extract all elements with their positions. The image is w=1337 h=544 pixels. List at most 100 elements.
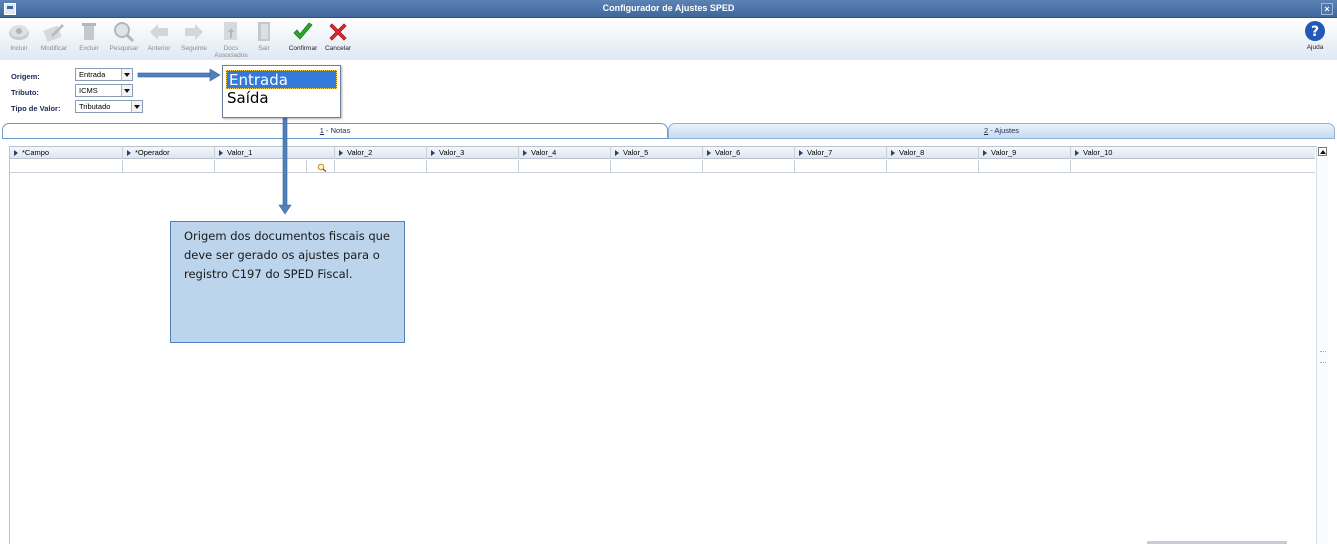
cell-valor-7[interactable] <box>795 160 887 173</box>
title-bar: Configurador de Ajustes SPED × <box>0 0 1337 18</box>
excluir-button[interactable]: Excluir <box>72 20 106 58</box>
column-header-valor-2[interactable]: Valor_2 <box>335 147 427 159</box>
sort-icon <box>339 150 343 157</box>
tipo-valor-label: Tipo de Valor: <box>11 104 61 113</box>
cancelar-button[interactable]: Cancelar <box>321 20 355 58</box>
column-header-valor-10[interactable]: Valor_10 <box>1071 147 1315 159</box>
table-row[interactable] <box>10 160 1315 173</box>
origem-select[interactable]: Entrada <box>75 68 133 81</box>
dropdown-option-partial[interactable] <box>223 108 340 116</box>
exit-icon <box>258 22 270 41</box>
pesquisar-button[interactable]: Pesquisar <box>107 20 141 58</box>
column-label: Valor_1 <box>227 148 253 157</box>
column-header-valor-6[interactable]: Valor_6 <box>703 147 795 159</box>
dropdown-option-entrada[interactable]: Entrada <box>226 70 337 89</box>
cell-valor-9[interactable] <box>979 160 1071 173</box>
sort-icon <box>891 150 895 157</box>
edit-icon <box>43 24 64 43</box>
cell-campo[interactable] <box>10 160 123 173</box>
origem-label: Origem: <box>11 72 40 81</box>
search-icon <box>114 22 135 43</box>
cell-valor-4[interactable] <box>519 160 611 173</box>
tab-notas[interactable]: 1 - Notas <box>2 123 668 139</box>
cell-valor-10[interactable] <box>1071 160 1315 173</box>
sort-icon <box>431 150 435 157</box>
tipo-valor-select[interactable]: Tributado <box>75 100 143 113</box>
cell-valor-2[interactable] <box>335 160 427 173</box>
chevron-down-icon[interactable] <box>131 101 142 112</box>
app-window: Configurador de Ajustes SPED × Incluir M… <box>0 0 1337 544</box>
annotation-arrow-horizontal <box>137 72 211 78</box>
incluir-button[interactable]: Incluir <box>2 20 36 58</box>
modificar-button[interactable]: Modificar <box>37 20 71 58</box>
cell-valor-5[interactable] <box>611 160 703 173</box>
sair-button[interactable]: Sair <box>247 20 281 58</box>
tipo-valor-value: Tributado <box>79 102 111 111</box>
scroll-grip-icon[interactable] <box>1320 351 1326 363</box>
origem-dropdown-list: Entrada Saída <box>222 65 341 118</box>
annotation-arrowhead-right <box>209 68 221 82</box>
sort-icon <box>1075 150 1079 157</box>
add-icon <box>9 25 29 40</box>
lookup-search-icon[interactable] <box>317 163 327 172</box>
column-label: Valor_5 <box>623 148 649 157</box>
sort-icon <box>523 150 527 157</box>
vertical-scrollbar[interactable] <box>1316 146 1328 544</box>
column-header-valor-9[interactable]: Valor_9 <box>979 147 1071 159</box>
column-header-valor-5[interactable]: Valor_5 <box>611 147 703 159</box>
tab-ajustes[interactable]: 2 - Ajustes <box>668 123 1335 139</box>
sort-icon <box>14 150 18 157</box>
column-label: Valor_7 <box>807 148 833 157</box>
help-icon: ? <box>1305 21 1325 41</box>
sort-icon <box>615 150 619 157</box>
seguinte-label: Seguinte <box>181 45 207 52</box>
cell-valor-1[interactable] <box>215 160 307 173</box>
sort-icon <box>219 150 223 157</box>
sort-icon <box>127 150 131 157</box>
scroll-up-icon[interactable] <box>1318 147 1327 156</box>
column-header-valor-7[interactable]: Valor_7 <box>795 147 887 159</box>
column-label: *Operador <box>135 148 170 157</box>
column-label: Valor_6 <box>715 148 741 157</box>
help-label: Ajuda <box>1306 44 1324 51</box>
column-header-valor-4[interactable]: Valor_4 <box>519 147 611 159</box>
sair-label: Sair <box>258 45 270 52</box>
anterior-button[interactable]: Anterior <box>142 20 176 58</box>
tab-ajustes-label: - Ajustes <box>988 126 1020 135</box>
chevron-down-icon[interactable] <box>121 85 132 96</box>
delete-icon <box>82 23 96 40</box>
chevron-down-icon[interactable] <box>121 69 132 80</box>
sort-icon <box>799 150 803 157</box>
tributo-label: Tributo: <box>11 88 39 97</box>
cell-valor-3[interactable] <box>427 160 519 173</box>
notas-grid: *Campo *Operador Valor_1 Valor_2 Valor_3… <box>9 146 1328 544</box>
cancelar-label: Cancelar <box>324 45 351 52</box>
column-header-operador[interactable]: *Operador <box>123 147 215 159</box>
grid-header: *Campo *Operador Valor_1 Valor_2 Valor_3… <box>10 147 1315 159</box>
docs-associados-button[interactable]: Docs Associados <box>214 20 248 59</box>
column-label: *Campo <box>22 148 50 157</box>
column-label: Valor_9 <box>991 148 1017 157</box>
close-window-button[interactable]: × <box>1321 3 1333 15</box>
column-header-valor-8[interactable]: Valor_8 <box>887 147 979 159</box>
cell-operador[interactable] <box>123 160 215 173</box>
tributo-select[interactable]: ICMS <box>75 84 133 97</box>
column-header-valor-1[interactable]: Valor_1 <box>215 147 335 159</box>
sort-icon <box>707 150 711 157</box>
annotation-callout: Origem dos documentos fiscais que deve s… <box>170 221 405 343</box>
window-title: Configurador de Ajustes SPED <box>602 3 735 13</box>
column-header-campo[interactable]: *Campo <box>10 147 123 159</box>
column-label: Valor_4 <box>531 148 557 157</box>
confirmar-button[interactable]: Confirmar <box>286 20 320 58</box>
help-button[interactable]: ? Ajuda <box>1297 20 1333 51</box>
arrow-left-icon <box>150 24 168 40</box>
seguinte-button[interactable]: Seguinte <box>177 20 211 58</box>
dropdown-option-saida[interactable]: Saída <box>223 89 340 108</box>
column-header-valor-3[interactable]: Valor_3 <box>427 147 519 159</box>
cell-valor-6[interactable] <box>703 160 795 173</box>
incluir-label: Incluir <box>10 45 28 52</box>
origem-value: Entrada <box>79 70 106 79</box>
tab-notas-label: - Notas <box>323 126 351 135</box>
pesquisar-label: Pesquisar <box>109 45 139 52</box>
cell-valor-8[interactable] <box>887 160 979 173</box>
